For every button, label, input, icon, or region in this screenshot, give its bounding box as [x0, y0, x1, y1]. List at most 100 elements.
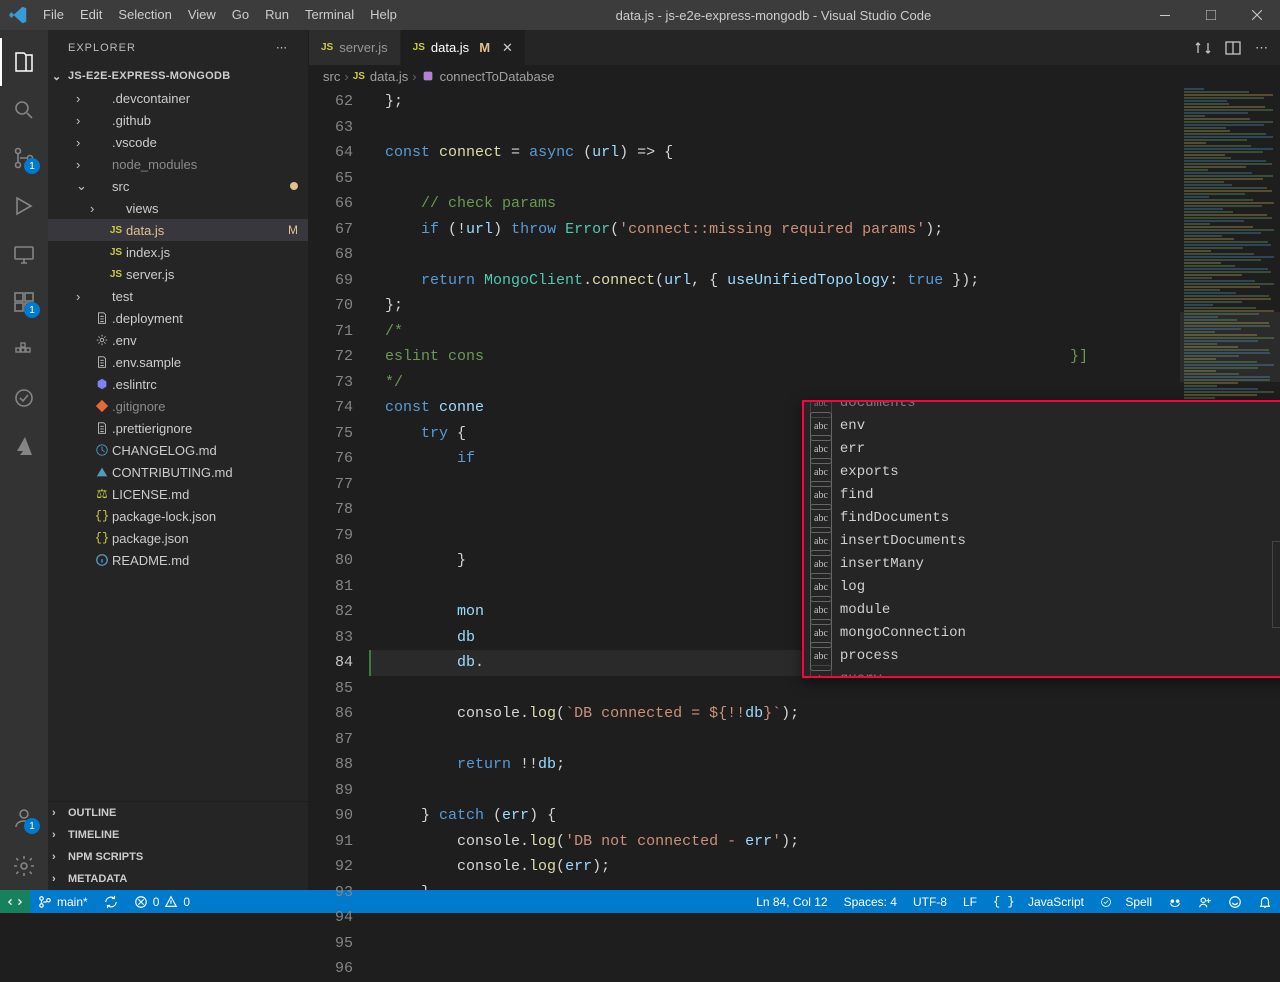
close-tab-icon[interactable]: ✕ — [502, 40, 513, 56]
suggest-item-insertDocuments[interactable]: abcinsertDocuments — [804, 530, 1280, 553]
breadcrumb-src[interactable]: src — [323, 69, 340, 84]
close-button[interactable] — [1234, 0, 1280, 30]
source-control-activity[interactable]: 1 — [0, 134, 48, 182]
file-CONTRIBUTING-md[interactable]: CONTRIBUTING.md — [48, 461, 308, 483]
file--prettierignore[interactable]: .prettierignore — [48, 417, 308, 439]
compare-changes-icon[interactable] — [1195, 40, 1211, 56]
problems-status[interactable]: 0 0 — [126, 890, 198, 913]
settings-activity[interactable] — [0, 842, 48, 890]
folder-views[interactable]: ›views — [48, 197, 308, 219]
file--env-sample[interactable]: .env.sample — [48, 351, 308, 373]
menu-edit[interactable]: Edit — [72, 0, 110, 30]
azure-activity[interactable] — [0, 422, 48, 470]
folder--vscode[interactable]: ›.vscode — [48, 131, 308, 153]
file-CHANGELOG-md[interactable]: CHANGELOG.md — [48, 439, 308, 461]
suggest-item-insertMany[interactable]: abcinsertMany — [804, 553, 1280, 576]
title-bar: FileEditSelectionViewGoRunTerminalHelp d… — [0, 0, 1280, 30]
git-branch-status[interactable]: main* — [30, 890, 96, 913]
suggest-item-findDocuments[interactable]: abcfindDocuments — [804, 507, 1280, 530]
folder--github[interactable]: ›.github — [48, 109, 308, 131]
breadcrumb-data.js[interactable]: JSdata.js — [353, 69, 409, 84]
sidebar-header: EXPLORER ⋯ — [48, 30, 308, 65]
menu-go[interactable]: Go — [224, 0, 257, 30]
file-tree: ›.devcontainer›.github›.vscode›node_modu… — [48, 87, 308, 801]
intellisense-popup[interactable]: abcdocumentsabcenvabcerrabcexportsabcfin… — [802, 400, 1280, 678]
search-activity[interactable] — [0, 86, 48, 134]
menu-view[interactable]: View — [180, 0, 224, 30]
minimize-button[interactable] — [1142, 0, 1188, 30]
suggest-item-err[interactable]: abcerr — [804, 438, 1280, 461]
minimap-viewport[interactable] — [1180, 312, 1280, 382]
suggest-item-documents[interactable]: abcdocuments — [804, 400, 1280, 415]
docker-activity[interactable] — [0, 326, 48, 374]
file-README-md[interactable]: README.md — [48, 549, 308, 571]
code-editor[interactable]: 6263646566676869707172737475767778798081… — [309, 87, 1280, 890]
suggest-item-process[interactable]: abcprocess — [804, 645, 1280, 668]
file--eslintrc[interactable]: .eslintrc — [48, 373, 308, 395]
menu-run[interactable]: Run — [257, 0, 297, 30]
accounts-badge: 1 — [24, 818, 40, 834]
spell-status[interactable]: Spell — [1092, 895, 1160, 909]
encoding-status[interactable]: UTF-8 — [905, 895, 955, 909]
feedback-status[interactable] — [1220, 895, 1250, 909]
file-data-js[interactable]: JSdata.jsM — [48, 219, 308, 241]
suggest-item-query[interactable]: abcquery — [804, 668, 1280, 678]
folder-test[interactable]: ›test — [48, 285, 308, 307]
folder-node_modules[interactable]: ›node_modules — [48, 153, 308, 175]
suggest-item-log[interactable]: abclog — [804, 576, 1280, 599]
file--gitignore[interactable]: .gitignore — [48, 395, 308, 417]
testing-activity[interactable] — [0, 374, 48, 422]
menu-help[interactable]: Help — [362, 0, 405, 30]
tab-actions: ⋯ — [1195, 30, 1280, 65]
indentation-status[interactable]: Spaces: 4 — [836, 895, 905, 909]
language-mode-status[interactable]: { } JavaScript — [985, 895, 1092, 909]
sidebar-more-icon[interactable]: ⋯ — [276, 41, 288, 54]
extensions-badge: 1 — [24, 302, 40, 318]
suggest-item-find[interactable]: abcfind — [804, 484, 1280, 507]
editor-group: JSserver.jsJSdata.jsM✕ ⋯ src›JSdata.js›c… — [309, 30, 1280, 890]
suggest-item-env[interactable]: abcenv — [804, 415, 1280, 438]
file-server-js[interactable]: JSserver.js — [48, 263, 308, 285]
window-title: data.js - js-e2e-express-mongodb - Visua… — [405, 8, 1142, 23]
sync-status[interactable] — [96, 890, 126, 913]
section-npm-scripts[interactable]: ›NPM SCRIPTS — [48, 846, 308, 868]
folder-src[interactable]: ⌄src — [48, 175, 308, 197]
folder--devcontainer[interactable]: ›.devcontainer — [48, 87, 308, 109]
suggest-item-mongoConnection[interactable]: abcmongoConnection — [804, 622, 1280, 645]
suggest-item-module[interactable]: abcmodule — [804, 599, 1280, 622]
notifications-status[interactable] — [1250, 895, 1280, 909]
breadcrumbs[interactable]: src›JSdata.js›connectToDatabase — [309, 65, 1280, 87]
explorer-activity[interactable] — [0, 38, 48, 86]
extensions-activity[interactable]: 1 — [0, 278, 48, 326]
menu-selection[interactable]: Selection — [110, 0, 179, 30]
live-share-status[interactable] — [1190, 895, 1220, 909]
file-LICENSE-md[interactable]: ⚖LICENSE.md — [48, 483, 308, 505]
accounts-activity[interactable]: 1 — [0, 794, 48, 842]
run-debug-activity[interactable] — [0, 182, 48, 230]
editor-tabs: JSserver.jsJSdata.jsM✕ ⋯ — [309, 30, 1280, 65]
file--env[interactable]: .env — [48, 329, 308, 351]
remote-indicator[interactable] — [0, 890, 30, 913]
menu-file[interactable]: File — [35, 0, 72, 30]
more-actions-icon[interactable]: ⋯ — [1255, 40, 1268, 56]
section-outline[interactable]: ›OUTLINE — [48, 802, 308, 824]
file--deployment[interactable]: .deployment — [48, 307, 308, 329]
remote-explorer-activity[interactable] — [0, 230, 48, 278]
file-package-lock-json[interactable]: {}package-lock.json — [48, 505, 308, 527]
file-index-js[interactable]: JSindex.js — [48, 241, 308, 263]
file-package-json[interactable]: {}package.json — [48, 527, 308, 549]
tab-server-js[interactable]: JSserver.js — [309, 30, 401, 65]
breadcrumb-connectToDatabase[interactable]: connectToDatabase — [421, 69, 555, 84]
cursor-position-status[interactable]: Ln 84, Col 12 — [748, 895, 835, 909]
menu-terminal[interactable]: Terminal — [297, 0, 362, 30]
section-metadata[interactable]: ›METADATA — [48, 868, 308, 890]
scm-badge: 1 — [24, 158, 40, 174]
split-editor-icon[interactable] — [1225, 40, 1241, 56]
tab-data-js[interactable]: JSdata.jsM✕ — [401, 30, 526, 65]
section-timeline[interactable]: ›TIMELINE — [48, 824, 308, 846]
eol-status[interactable]: LF — [955, 895, 985, 909]
maximize-button[interactable] — [1188, 0, 1234, 30]
copilot-status[interactable] — [1160, 895, 1190, 909]
suggest-item-exports[interactable]: abcexports — [804, 461, 1280, 484]
folder-header[interactable]: ⌄ JS-E2E-EXPRESS-MONGODB — [48, 65, 308, 87]
